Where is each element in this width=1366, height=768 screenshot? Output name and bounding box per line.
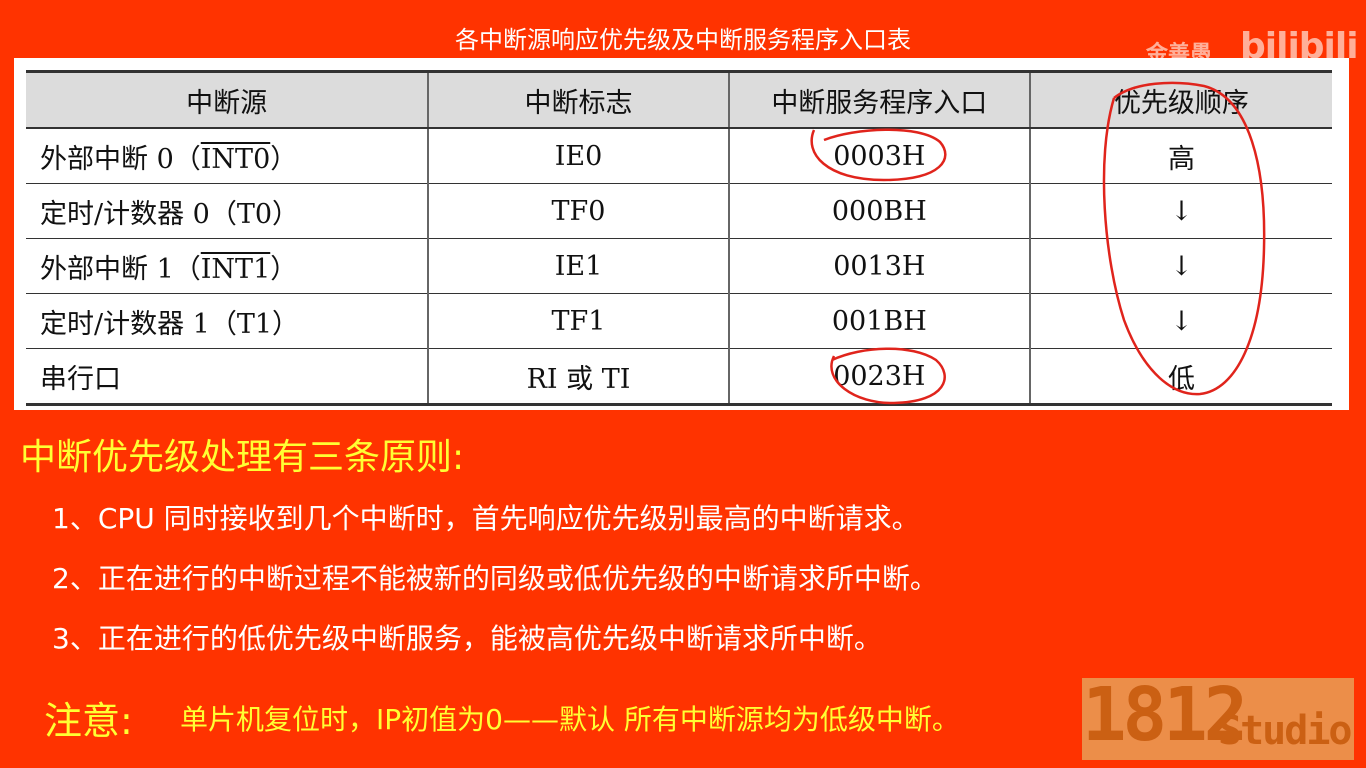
cell-source: 外部中断 1（INT1）: [26, 238, 429, 294]
source-text: 定时/计数器 0（T0）: [40, 198, 300, 230]
cell-entry: 0023H: [727, 348, 1030, 406]
table-row: 外部中断 0（INT0） IE0 0003H 高: [26, 128, 1332, 184]
source-text: 串行口: [40, 363, 121, 395]
table-header-row: 中断源 中断标志 中断服务程序入口 优先级顺序: [26, 70, 1332, 129]
cell-flag: TF1: [427, 293, 729, 349]
cell-flag: IE0: [427, 128, 729, 184]
header-flag: 中断标志: [427, 70, 729, 129]
cell-priority: 低: [1028, 348, 1332, 406]
note-label: 注意:: [44, 699, 133, 743]
cell-flag: RI 或 TI: [427, 348, 729, 406]
table-row: 定时/计数器 0（T0） TF0 000BH ↓: [26, 183, 1332, 239]
header-priority: 优先级顺序: [1028, 70, 1332, 129]
cell-priority: ↓: [1028, 183, 1332, 239]
source-overline-signal: INT0: [200, 143, 271, 175]
principles-heading: 中断优先级处理有三条原则:: [20, 437, 465, 478]
table-row: 串行口 RI 或 TI 0023H 低: [26, 348, 1332, 406]
cell-priority: ↓: [1028, 293, 1332, 349]
cell-source: 定时/计数器 0（T0）: [26, 183, 429, 239]
source-overline-signal: INT1: [200, 253, 271, 285]
cell-entry: 0003H: [727, 128, 1030, 184]
header-source: 中断源: [26, 70, 429, 129]
studio-logo: 1812 Studio: [1082, 672, 1354, 760]
source-suffix: ）: [270, 253, 298, 285]
cell-source: 串行口: [26, 348, 429, 406]
table-row: 定时/计数器 1（T1） TF1 001BH ↓: [26, 293, 1332, 349]
cell-priority: 高: [1028, 128, 1332, 184]
principle-3: 3、正在进行的低优先级中断服务，能被高优先级中断请求所中断。: [52, 622, 882, 655]
studio-logo-word: Studio: [1218, 708, 1352, 754]
cell-source: 外部中断 0（INT0）: [26, 128, 429, 184]
source-text: 定时/计数器 1（T1）: [40, 308, 300, 340]
cell-priority: ↓: [1028, 238, 1332, 294]
source-suffix: ）: [270, 143, 298, 175]
principle-1: 1、CPU 同时接收到几个中断时，首先响应优先级别最高的中断请求。: [52, 502, 920, 535]
table-row: 外部中断 1（INT1） IE1 0013H ↓: [26, 238, 1332, 294]
source-text: 外部中断 1（: [40, 253, 201, 285]
cell-source: 定时/计数器 1（T1）: [26, 293, 429, 349]
interrupt-priority-table: 中断源 中断标志 中断服务程序入口 优先级顺序 外部中断 0（INT0） IE0…: [26, 70, 1332, 406]
principle-2: 2、正在进行的中断过程不能被新的同级或低优先级的中断请求所中断。: [52, 562, 938, 595]
cell-flag: IE1: [427, 238, 729, 294]
cell-entry: 0013H: [727, 238, 1030, 294]
source-text: 外部中断 0（: [40, 143, 201, 175]
header-entry: 中断服务程序入口: [727, 70, 1030, 129]
cell-entry: 000BH: [727, 183, 1030, 239]
cell-flag: TF0: [427, 183, 729, 239]
note-text: 单片机复位时，IP初值为0——默认 所有中断源均为低级中断。: [180, 703, 960, 736]
cell-entry: 001BH: [727, 293, 1030, 349]
interrupt-table-panel: 中断源 中断标志 中断服务程序入口 优先级顺序 外部中断 0（INT0） IE0…: [14, 58, 1349, 410]
